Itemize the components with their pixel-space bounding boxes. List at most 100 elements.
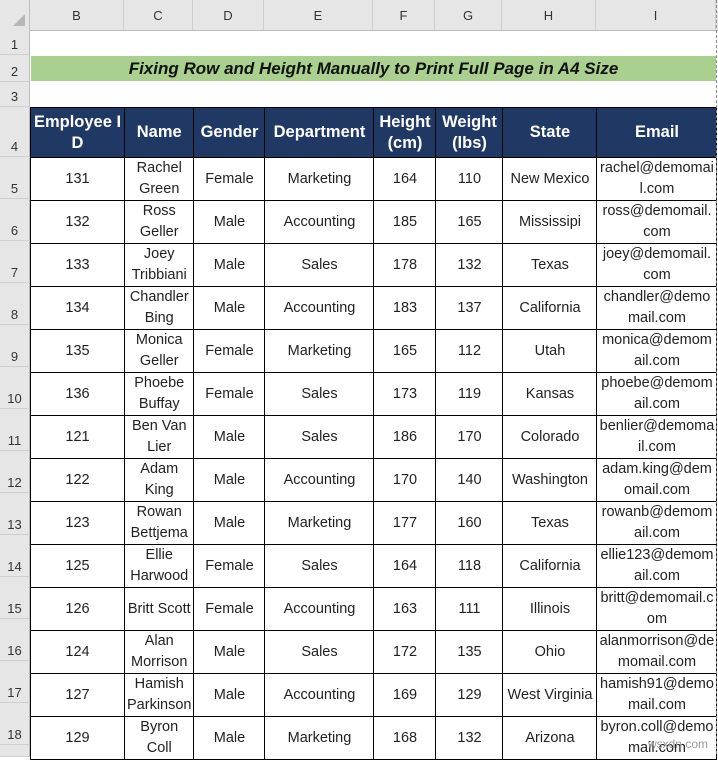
cell-email[interactable]: alanmorrison@demomail.com xyxy=(596,630,718,674)
cell-state[interactable]: Colorado xyxy=(502,415,598,459)
cell-weight[interactable]: 111 xyxy=(435,587,504,631)
cell-state[interactable]: Illinois xyxy=(502,587,598,631)
cell-email[interactable]: britt@demomail.com xyxy=(596,587,718,631)
cell-name[interactable]: Ben Van Lier xyxy=(123,415,195,459)
row-header-6[interactable]: 6 xyxy=(0,199,30,241)
cell-weight[interactable]: 165 xyxy=(435,200,504,244)
cell-email[interactable]: adam.king@demomail.com xyxy=(596,458,718,502)
cell-weight[interactable]: 135 xyxy=(435,630,504,674)
cell-department[interactable]: Accounting xyxy=(264,458,375,502)
row-header-12[interactable]: 12 xyxy=(0,451,30,493)
cell-employee-id[interactable]: 125 xyxy=(30,544,125,588)
cell-gender[interactable]: Female xyxy=(193,587,266,631)
cell-height[interactable]: 163 xyxy=(373,587,437,631)
cell-email[interactable]: ellie123@demomail.com xyxy=(596,544,718,588)
row-header-17[interactable]: 17 xyxy=(0,661,30,703)
cell-state[interactable]: Kansas xyxy=(502,372,598,416)
cell-name[interactable]: Britt Scott xyxy=(123,587,195,631)
cell-state[interactable]: Utah xyxy=(502,329,598,373)
cell-email[interactable]: monica@demomail.com xyxy=(596,329,718,373)
cell-department[interactable]: Accounting xyxy=(264,286,375,330)
row-header-5[interactable]: 5 xyxy=(0,157,30,199)
header-employee-id[interactable]: Employee ID xyxy=(30,107,125,158)
cell-name[interactable]: Rachel Green xyxy=(123,157,195,201)
cell-gender[interactable]: Male xyxy=(193,286,266,330)
cell-state[interactable]: California xyxy=(502,544,598,588)
cell-state[interactable]: Ohio xyxy=(502,630,598,674)
cell-email[interactable]: rowanb@demomail.com xyxy=(596,501,718,545)
cell-employee-id[interactable]: 133 xyxy=(30,243,125,287)
cell-email[interactable]: benlier@demomail.com xyxy=(596,415,718,459)
cell-name[interactable]: Hamish Parkinson xyxy=(123,673,195,717)
cell-height[interactable]: 178 xyxy=(373,243,437,287)
cell-gender[interactable]: Male xyxy=(193,458,266,502)
cell-email[interactable]: phoebe@demomail.com xyxy=(596,372,718,416)
column-header-e[interactable]: E xyxy=(264,0,373,30)
cell-employee-id[interactable]: 127 xyxy=(30,673,125,717)
cell-weight[interactable]: 118 xyxy=(435,544,504,588)
cell-gender[interactable]: Male xyxy=(193,200,266,244)
column-header-h[interactable]: H xyxy=(502,0,596,30)
header-gender[interactable]: Gender xyxy=(193,107,266,158)
cell-height[interactable]: 168 xyxy=(373,716,437,760)
cell-employee-id[interactable]: 124 xyxy=(30,630,125,674)
cell-state[interactable]: West Virginia xyxy=(502,673,598,717)
cell-employee-id[interactable]: 132 xyxy=(30,200,125,244)
header-department[interactable]: Department xyxy=(264,107,375,158)
cell-state[interactable]: New Mexico xyxy=(502,157,598,201)
header-state[interactable]: State xyxy=(502,107,598,158)
cell-name[interactable]: Adam King xyxy=(123,458,195,502)
cell-email[interactable]: ross@demomail.com xyxy=(596,200,718,244)
row-header-2[interactable]: 2 xyxy=(0,55,30,82)
row-header-next[interactable] xyxy=(0,745,30,757)
cell-height[interactable]: 185 xyxy=(373,200,437,244)
cell-name[interactable]: Chandler Bing xyxy=(123,286,195,330)
cell-height[interactable]: 164 xyxy=(373,157,437,201)
cell-weight[interactable]: 170 xyxy=(435,415,504,459)
cell-height[interactable]: 186 xyxy=(373,415,437,459)
cell-name[interactable]: Monica Geller xyxy=(123,329,195,373)
cell-state[interactable]: Texas xyxy=(502,243,598,287)
cell-employee-id[interactable]: 126 xyxy=(30,587,125,631)
cell-state[interactable]: Texas xyxy=(502,501,598,545)
cell-gender[interactable]: Female xyxy=(193,372,266,416)
cell-name[interactable]: Phoebe Buffay xyxy=(123,372,195,416)
cell-gender[interactable]: Male xyxy=(193,673,266,717)
cell-state[interactable]: Washington xyxy=(502,458,598,502)
column-header-b[interactable]: B xyxy=(30,0,124,30)
header-name[interactable]: Name xyxy=(123,107,195,158)
cell-department[interactable]: Sales xyxy=(264,372,375,416)
cell-weight[interactable]: 119 xyxy=(435,372,504,416)
row-header-9[interactable]: 9 xyxy=(0,325,30,367)
cell-name[interactable]: Byron Coll xyxy=(123,716,195,760)
cell-department[interactable]: Sales xyxy=(264,630,375,674)
cell-name[interactable]: Joey Tribbiani xyxy=(123,243,195,287)
cell-weight[interactable]: 140 xyxy=(435,458,504,502)
cell-gender[interactable]: Female xyxy=(193,157,266,201)
cell-name[interactable]: Alan Morrison xyxy=(123,630,195,674)
cell-weight[interactable]: 132 xyxy=(435,243,504,287)
row-header-3[interactable]: 3 xyxy=(0,82,30,107)
cell-email[interactable]: hamish91@demomail.com xyxy=(596,673,718,717)
column-header-f[interactable]: F xyxy=(373,0,435,30)
cell-weight[interactable]: 132 xyxy=(435,716,504,760)
row-header-16[interactable]: 16 xyxy=(0,619,30,661)
cell-employee-id[interactable]: 131 xyxy=(30,157,125,201)
cell-department[interactable]: Accounting xyxy=(264,200,375,244)
cell-name[interactable]: Rowan Bettjema xyxy=(123,501,195,545)
cell-department[interactable]: Accounting xyxy=(264,673,375,717)
cell-employee-id[interactable]: 123 xyxy=(30,501,125,545)
cell-gender[interactable]: Female xyxy=(193,544,266,588)
header-height[interactable]: Height (cm) xyxy=(373,107,437,158)
cell-name[interactable]: Ellie Harwood xyxy=(123,544,195,588)
cell-employee-id[interactable]: 135 xyxy=(30,329,125,373)
cell-department[interactable]: Sales xyxy=(264,243,375,287)
cell-email[interactable]: rachel@demomail.com xyxy=(596,157,718,201)
cell-department[interactable]: Accounting xyxy=(264,587,375,631)
cell-height[interactable]: 173 xyxy=(373,372,437,416)
cell-department[interactable]: Sales xyxy=(264,544,375,588)
cell-gender[interactable]: Male xyxy=(193,415,266,459)
cell-department[interactable]: Marketing xyxy=(264,716,375,760)
cell-height[interactable]: 169 xyxy=(373,673,437,717)
cell-height[interactable]: 183 xyxy=(373,286,437,330)
